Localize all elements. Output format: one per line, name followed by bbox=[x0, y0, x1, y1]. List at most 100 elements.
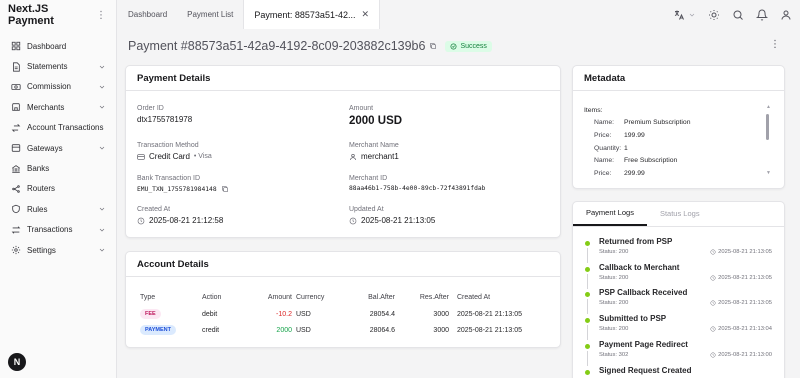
metadata-key: Name: bbox=[594, 119, 615, 127]
sidebar-item-settings[interactable]: Settings bbox=[0, 240, 116, 260]
tab-label: Dashboard bbox=[128, 10, 168, 19]
log-time-value: 2025-08-21 21:13:05 bbox=[718, 274, 772, 281]
app-name: Next.JS Payment bbox=[8, 3, 54, 27]
credit-card-icon bbox=[137, 153, 145, 160]
tab-payment-logs[interactable]: Payment Logs bbox=[573, 201, 647, 226]
logs-tabs: Payment Logs Status Logs bbox=[573, 202, 784, 227]
logs-card: Payment Logs Status Logs Returned from P… bbox=[572, 201, 785, 378]
method-field: Transaction Method Credit Card • Visa bbox=[137, 142, 212, 161]
bal-after-cell: 28064.6 bbox=[369, 326, 395, 334]
chevron-down-icon bbox=[99, 248, 105, 252]
sidebar-item-commission[interactable]: Commission bbox=[0, 77, 116, 97]
metadata-card: Metadata Items: Name: Premium Subscriptio… bbox=[572, 65, 785, 189]
field-label: Order ID bbox=[137, 105, 164, 112]
merchant-name-field: Merchant Name merchant1 bbox=[349, 142, 399, 161]
sidebar-item-gateways[interactable]: Gateways bbox=[0, 138, 116, 158]
tab-dashboard[interactable]: Dashboard bbox=[118, 0, 177, 29]
more-vertical-icon[interactable]: ⋮ bbox=[770, 39, 780, 50]
created-at-field: Created At 2025-08-21 21:12:58 bbox=[137, 206, 223, 225]
metadata-line: Name: Premium Subscription bbox=[584, 117, 756, 130]
scroll-down-icon[interactable]: ▼ bbox=[766, 170, 771, 176]
sidebar-item-statements[interactable]: Statements bbox=[0, 56, 116, 76]
metadata-value: Free Subscription bbox=[624, 157, 678, 165]
clock-icon bbox=[349, 217, 357, 224]
log-entry: Submitted to PSP Status: 200 2025-08-21 21… bbox=[573, 314, 772, 341]
metadata-key: Price: bbox=[594, 131, 612, 139]
card-title: Payment Details bbox=[126, 66, 560, 91]
sidebar-item-label: Routers bbox=[27, 184, 56, 194]
type-badge: PAYMENT bbox=[140, 325, 176, 335]
tab-payment-detail[interactable]: Payment: 88573a51-42... ✕ bbox=[243, 0, 381, 29]
metadata-value: 199.99 bbox=[624, 131, 645, 139]
close-icon[interactable]: ✕ bbox=[361, 9, 369, 20]
log-time: 2025-08-21 21:13:00 bbox=[710, 352, 772, 358]
routers-icon bbox=[12, 185, 20, 193]
log-time-value: 2025-08-21 21:13:05 bbox=[718, 300, 772, 307]
metadata-key: Price: bbox=[594, 169, 612, 177]
search-icon[interactable] bbox=[732, 9, 744, 21]
sidebar-item-label: Transactions bbox=[27, 225, 73, 235]
updated-at: 2025-08-21 21:13:05 bbox=[361, 216, 436, 225]
card-title: Metadata bbox=[573, 66, 784, 91]
sidebar-item-routers[interactable]: Routers bbox=[0, 179, 116, 199]
copy-icon[interactable] bbox=[429, 42, 437, 50]
scrollbar-thumb[interactable] bbox=[766, 114, 769, 140]
tab-label: Payment List bbox=[187, 10, 234, 19]
more-vertical-icon[interactable]: ⋮ bbox=[96, 10, 106, 21]
tab-label: Payment: 88573a51-42... bbox=[254, 9, 356, 20]
table-header-row: Type Action Amount Currency Bal.After Re… bbox=[140, 289, 548, 306]
chevron-down-icon bbox=[99, 146, 105, 150]
bell-icon[interactable] bbox=[756, 9, 768, 21]
log-time-value: 2025-08-21 21:13:05 bbox=[718, 249, 772, 255]
sun-icon[interactable] bbox=[708, 9, 720, 21]
bank-txn-field: Bank Transaction ID EMU_TXN_175578198414… bbox=[137, 175, 229, 193]
status-dot bbox=[585, 241, 590, 246]
bank-txn-id: EMU_TXN_1755781984148 bbox=[137, 185, 217, 193]
log-time: 2025-08-21 21:13:05 bbox=[710, 249, 772, 255]
tab-status-logs[interactable]: Status Logs bbox=[647, 201, 713, 226]
status-dot bbox=[585, 266, 590, 272]
transfer-icon bbox=[11, 123, 21, 132]
gateways-icon bbox=[11, 144, 21, 152]
language-button[interactable] bbox=[673, 9, 696, 21]
column-header: Amount bbox=[267, 294, 292, 301]
check-circle-icon bbox=[450, 43, 457, 49]
avatar[interactable]: N bbox=[8, 353, 26, 371]
scroll-up-icon[interactable]: ▲ bbox=[766, 104, 771, 110]
amount-cell: 2000 bbox=[276, 326, 292, 334]
log-status: Status: 302 bbox=[599, 351, 629, 358]
created-at: 2025-08-21 21:12:58 bbox=[149, 216, 224, 225]
tab-payment-list[interactable]: Payment List bbox=[177, 0, 243, 29]
items-label: Items: bbox=[584, 106, 603, 114]
sidebar-item-label: Rules bbox=[27, 204, 48, 214]
sidebar-item-rules[interactable]: Rules bbox=[0, 199, 116, 219]
currency-cell: USD bbox=[296, 310, 311, 318]
status-dot bbox=[585, 343, 590, 349]
dashboard-icon bbox=[11, 42, 21, 51]
chevron-down-icon bbox=[99, 208, 105, 211]
clock-icon bbox=[710, 352, 716, 358]
sidebar-item-transactions[interactable]: Transactions bbox=[0, 220, 116, 240]
currency-cell: USD bbox=[296, 326, 311, 334]
updated-at-field: Updated At 2025-08-21 21:13:05 bbox=[349, 206, 435, 225]
account-details-card: Account Details Type Action Amount Curre… bbox=[125, 251, 561, 348]
column-header: Bal.After bbox=[368, 294, 395, 301]
sidebar-item-dashboard[interactable]: Dashboard bbox=[0, 36, 116, 56]
sidebar-item-merchants[interactable]: Merchants bbox=[0, 97, 116, 117]
copy-icon[interactable] bbox=[221, 185, 229, 193]
field-label: Merchant Name bbox=[349, 142, 399, 149]
sidebar-item-banks[interactable]: Banks bbox=[0, 158, 116, 178]
column-header: Type bbox=[140, 294, 156, 301]
metadata-line: Name: Free Subscription bbox=[584, 154, 756, 167]
metadata-content: Items: Name: Premium Subscription Price: 19… bbox=[584, 104, 756, 180]
sidebar-item-account-transactions[interactable]: Account Transactions bbox=[0, 118, 116, 138]
method-brand: • Visa bbox=[193, 153, 212, 160]
user-icon[interactable] bbox=[780, 9, 792, 21]
clock-icon bbox=[710, 300, 716, 306]
column-header: Action bbox=[202, 294, 222, 301]
log-time-value: 2025-08-21 21:13:00 bbox=[718, 351, 772, 358]
sidebar-item-label: Merchants bbox=[27, 102, 65, 112]
log-time: 2025-08-21 21:13:05 bbox=[710, 300, 772, 306]
log-time: 2025-08-21 21:13:05 bbox=[710, 275, 772, 281]
action-cell: credit bbox=[202, 326, 220, 334]
